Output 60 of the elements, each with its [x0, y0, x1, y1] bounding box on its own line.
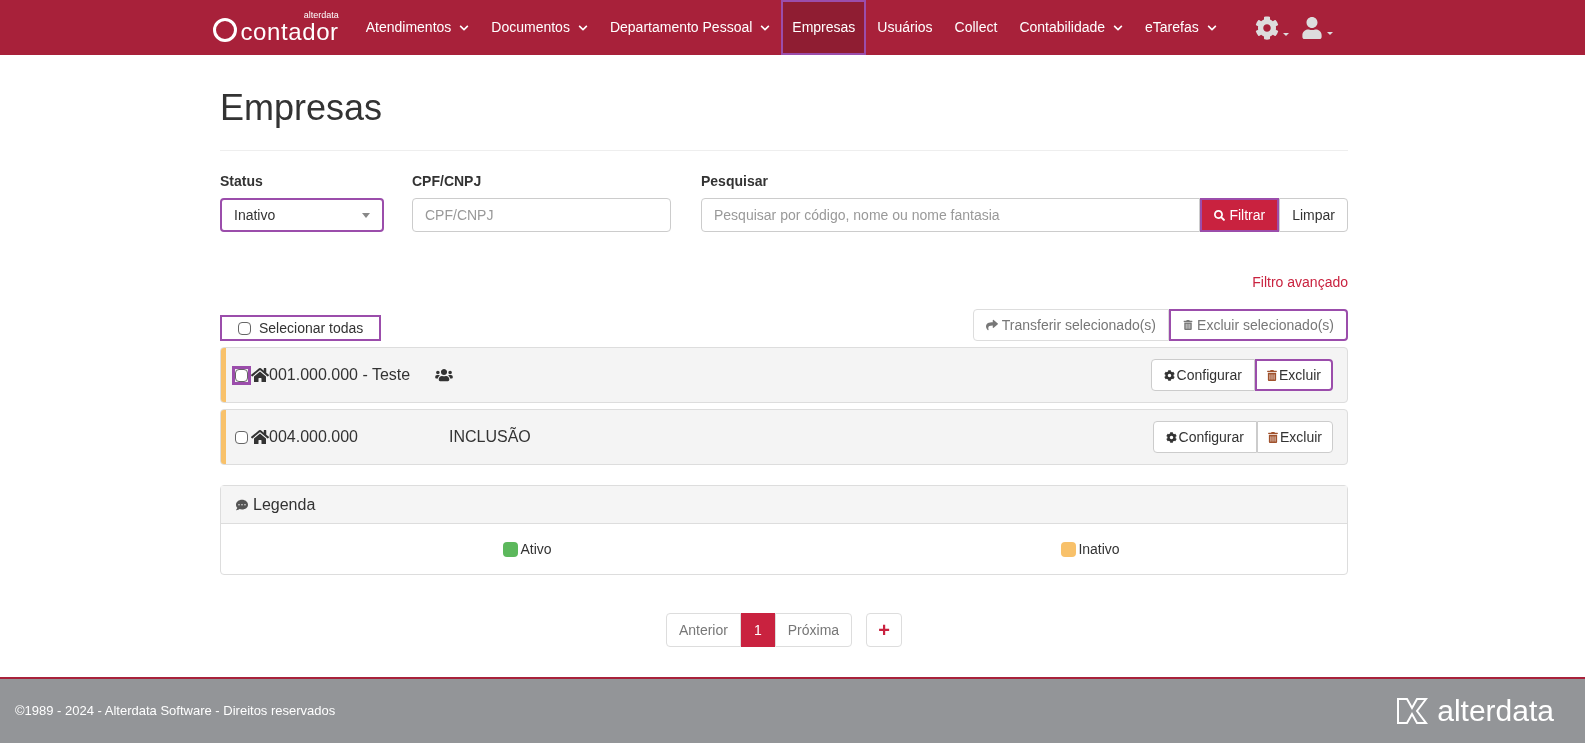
speech-bubble-icon — [236, 498, 248, 511]
page-title: Empresas — [220, 85, 1348, 151]
settings-button[interactable] — [1254, 15, 1289, 40]
advanced-filter-link[interactable]: Filtro avançado — [1252, 272, 1348, 293]
house-icon — [251, 429, 269, 445]
cpf-field[interactable]: CPF/CNPJ — [412, 198, 671, 232]
add-button[interactable]: + — [866, 613, 903, 647]
copyright-text: ©1989 - 2024 - Alterdata Software - Direitos reservados — [15, 702, 336, 721]
chevron-down-icon — [1206, 22, 1217, 33]
nav-link[interactable]: Empresas — [781, 0, 867, 55]
brand-subtitle: alterdata — [303, 11, 339, 20]
status-select[interactable]: Inativo — [220, 198, 384, 232]
nav-link[interactable]: Contabilidade — [1008, 0, 1135, 55]
page-button[interactable]: 1 — [740, 613, 775, 647]
company-tag: INCLUSÃO — [449, 425, 531, 449]
company-name: 004.000.000 — [269, 427, 359, 447]
configure-button[interactable]: Configurar — [1152, 421, 1257, 453]
gear-icon — [1163, 369, 1175, 381]
legend-label: Inativo — [1078, 539, 1120, 559]
user-button[interactable] — [1300, 16, 1333, 39]
cpf-label: CPF/CNPJ — [412, 172, 483, 191]
clear-button[interactable]: Limpar — [1279, 198, 1348, 232]
nav-link[interactable]: Collect — [943, 0, 1009, 55]
search-icon — [1214, 209, 1226, 221]
chevron-down-icon — [1113, 22, 1124, 33]
filter-button[interactable]: Filtrar — [1200, 198, 1280, 232]
company-name: 001.000.000 - Teste — [269, 365, 412, 385]
trash-icon — [1268, 431, 1278, 443]
checkbox-icon — [238, 321, 251, 335]
chevron-down-icon — [459, 22, 470, 33]
nav-link[interactable]: Atendimentos — [354, 0, 481, 55]
configure-button[interactable]: Configurar — [1150, 359, 1255, 391]
previous-page-button[interactable]: Anterior — [665, 613, 741, 647]
trash-icon — [1183, 320, 1194, 330]
house-icon — [251, 367, 269, 383]
row-checkbox[interactable] — [235, 430, 248, 444]
nav-link[interactable]: Usuários — [866, 0, 944, 55]
search-label: Pesquisar — [701, 172, 769, 191]
nav-link[interactable]: eTarefas — [1134, 0, 1228, 55]
status-label: Status — [220, 172, 264, 191]
caret-icon — [362, 212, 370, 218]
delete-button[interactable]: Excluir — [1255, 359, 1333, 391]
chevron-down-icon — [760, 22, 771, 33]
gear-icon — [1165, 431, 1177, 443]
nav-link[interactable]: Departamento Pessoal — [598, 0, 782, 55]
legend-title: Legenda — [253, 494, 316, 515]
brand-logo[interactable]: alterdata contador — [212, 11, 339, 44]
next-page-button[interactable]: Próxima — [774, 613, 853, 647]
brand-name: contador — [240, 20, 339, 44]
chevron-down-icon — [577, 22, 588, 33]
legend-label: Ativo — [520, 539, 552, 559]
share-arrow-icon — [985, 319, 998, 331]
bulk-action-button[interactable]: Excluir selecionado(s) — [1169, 309, 1348, 341]
select-all-checkbox[interactable]: Selecionar todas — [220, 315, 382, 341]
bulk-action-button[interactable]: Transferir selecionado(s) — [972, 309, 1170, 341]
search-field[interactable]: Pesquisar por código, nome ou nome fantasia — [701, 198, 1201, 232]
footer-logo-text: alterdata — [1437, 696, 1554, 726]
delete-button[interactable]: Excluir — [1257, 421, 1333, 453]
nav-link[interactable]: Documentos — [480, 0, 599, 55]
trash-icon — [1267, 369, 1277, 381]
